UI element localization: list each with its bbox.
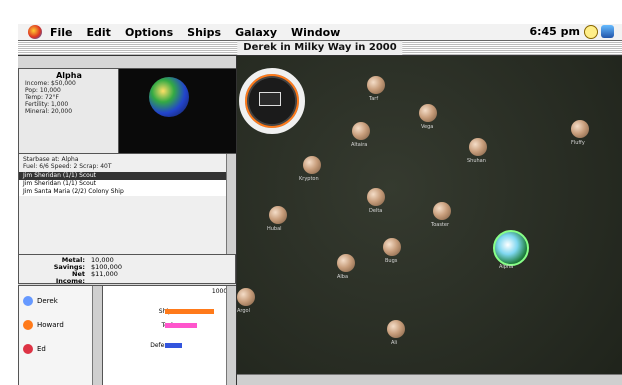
map-horizontal-scrollbar[interactable] <box>237 374 622 385</box>
star-delta[interactable] <box>367 188 385 206</box>
treasury-row: Savings: $100,000 <box>41 264 233 271</box>
menu-galaxy[interactable]: Galaxy <box>235 26 277 39</box>
info-sidebar: Alpha Income: $50,000 Pop: 10,000 Temp: … <box>18 56 238 385</box>
star-krypton[interactable] <box>303 156 321 174</box>
galaxy-map[interactable]: Tarf Vega Altaira Shuhan Fluffy Krypton … <box>236 56 622 385</box>
star-label: Delta <box>369 208 383 214</box>
player-item[interactable]: Howard <box>19 316 103 334</box>
star-label: Shuhan <box>467 158 486 164</box>
dock-icon <box>259 92 281 106</box>
star-label: Vega <box>421 124 434 130</box>
star-label: Fluffy <box>571 140 585 146</box>
player-color-icon <box>23 344 33 354</box>
star-alba[interactable] <box>337 254 355 272</box>
apple-menu-icon[interactable] <box>28 25 42 39</box>
treasury-label: Net Income: <box>55 270 85 285</box>
player-item[interactable]: Ed <box>19 340 103 358</box>
planet-stat: Fertility: 1,000 <box>25 101 69 108</box>
home-planet-label: Alpha <box>499 264 514 270</box>
ship-panel-header: Starbase at: Alpha Fuel: 6/6 Speed: 2 Sc… <box>19 154 237 172</box>
player-name: Howard <box>37 321 64 329</box>
planet-name: Alpha <box>56 71 82 80</box>
star-label: Toaster <box>431 222 450 228</box>
menu-edit[interactable]: Edit <box>87 26 111 39</box>
star-tarf[interactable] <box>367 76 385 94</box>
planet-stat: Temp: 72°F <box>25 94 60 101</box>
player-list: Derek Howard Ed <box>18 285 104 385</box>
star-label: Tarf <box>369 96 379 102</box>
ship-stats: Fuel: 6/6 Speed: 2 Scrap: 40T <box>23 163 112 170</box>
planet-info-panel: Alpha Income: $50,000 Pop: 10,000 Temp: … <box>18 68 120 154</box>
star-altaira[interactable] <box>352 122 370 140</box>
star-label: Krypton <box>299 176 319 182</box>
treasury-panel: Metal: 10,000 Savings: $100,000 Net Inco… <box>18 254 236 285</box>
player-item[interactable]: Derek <box>19 292 103 310</box>
window-title: Derek in Milky Way in 2000 <box>237 41 403 55</box>
starbase-selector-icon[interactable] <box>239 68 305 134</box>
help-icon[interactable] <box>584 25 598 39</box>
planet-stat: Pop: 10,000 <box>25 87 61 94</box>
player-color-icon <box>23 320 33 330</box>
application-menu-icon[interactable] <box>601 25 614 38</box>
player-color-icon <box>23 296 33 306</box>
ship-row[interactable]: Jim Santa Maria (2/2) Colony Ship <box>19 188 237 196</box>
menu-ships[interactable]: Ships <box>187 26 221 39</box>
ship-row[interactable]: Jim Sheridan (1/1) Scout <box>19 180 237 188</box>
starbase-label: Starbase at: Alpha <box>23 156 79 163</box>
star-label: Alba <box>337 274 349 280</box>
star-hubal[interactable] <box>269 206 287 224</box>
planet-globe-icon <box>149 77 189 117</box>
treasury-row: Net Income: $11,000 <box>41 271 233 285</box>
clock: 6:45 pm <box>529 25 580 38</box>
menu-window[interactable]: Window <box>291 26 340 39</box>
graph-bar-ships <box>165 309 214 314</box>
star-label: Altaira <box>351 142 368 148</box>
player-name: Ed <box>37 345 46 353</box>
window-titlebar[interactable]: Derek in Milky Way in 2000 <box>18 41 622 56</box>
stats-graph: 10000 Ships Tech Defense <box>102 285 238 385</box>
star-label: Argol <box>237 308 251 314</box>
star-vega[interactable] <box>419 104 437 122</box>
graph-bar-tech <box>165 323 197 328</box>
app-screen: File Edit Options Ships Galaxy Window 6:… <box>18 24 622 385</box>
graph-bar-defense <box>165 343 182 348</box>
player-name: Derek <box>37 297 58 305</box>
planet-view <box>118 68 238 154</box>
menu-bar: File Edit Options Ships Galaxy Window 6:… <box>18 24 622 41</box>
ship-row[interactable]: Jim Sheridan (1/1) Scout <box>19 172 237 180</box>
star-label: Hubal <box>267 226 282 232</box>
menu-file[interactable]: File <box>50 26 73 39</box>
star-label: Bugs <box>385 258 398 264</box>
star-fluffy[interactable] <box>571 120 589 138</box>
star-toaster[interactable] <box>433 202 451 220</box>
planet-stat: Income: $50,000 <box>25 80 76 87</box>
home-planet-icon[interactable] <box>493 230 529 266</box>
star-argol[interactable] <box>237 288 255 306</box>
star-shuhan[interactable] <box>469 138 487 156</box>
treasury-value: $11,000 <box>91 270 118 278</box>
menu-options[interactable]: Options <box>125 26 173 39</box>
star-label: Ali <box>391 340 398 346</box>
ship-list-panel: Starbase at: Alpha Fuel: 6/6 Speed: 2 Sc… <box>18 153 238 255</box>
planet-stat: Mineral: 20,000 <box>25 108 73 115</box>
star-bugs[interactable] <box>383 238 401 256</box>
star-ali[interactable] <box>387 320 405 338</box>
